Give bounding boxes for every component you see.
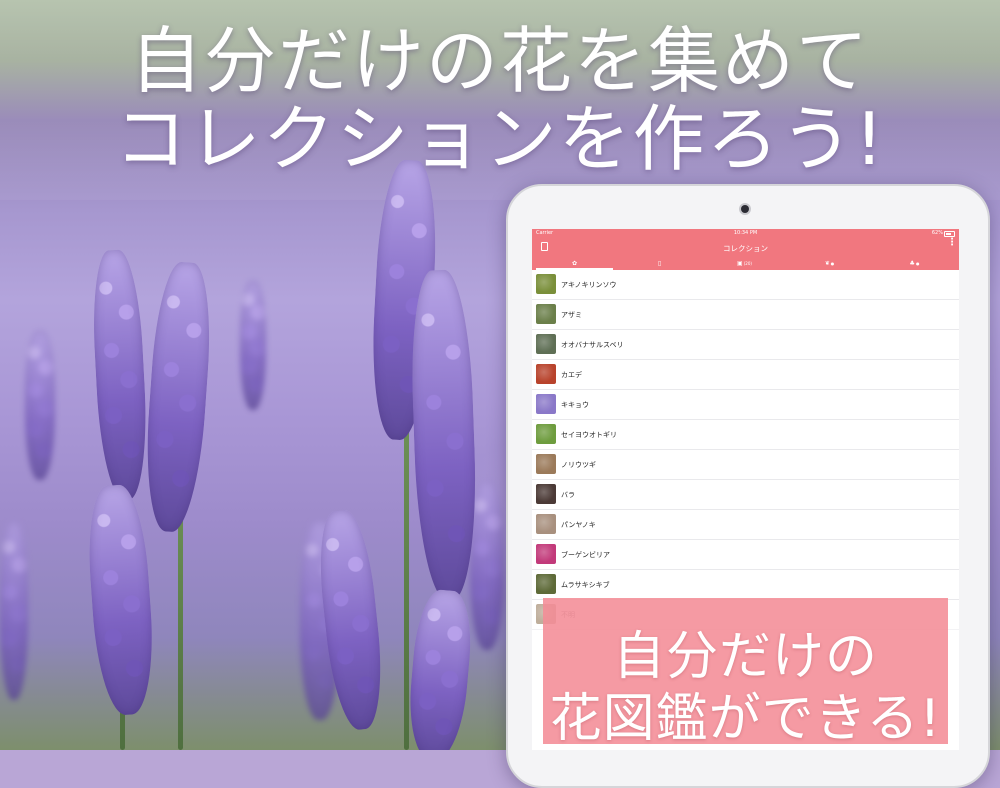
- tab-notes[interactable]: ▯: [617, 258, 702, 270]
- lavender-stem: [404, 430, 409, 750]
- headline: 自分だけの花を集めて コレクションを作ろう!: [0, 22, 1000, 178]
- flower-thumbnail: [536, 454, 556, 474]
- tab-badge: ●: [830, 261, 835, 266]
- status-battery-percent: 62%: [931, 230, 943, 236]
- lavender-spike: [89, 248, 151, 502]
- list-item[interactable]: ムラサキシキブ: [532, 570, 959, 600]
- list-item-label: カエデ: [561, 371, 582, 379]
- flower-thumbnail: [536, 304, 556, 324]
- lavender-spike: [140, 260, 216, 534]
- tab-flowers[interactable]: ✿: [532, 258, 617, 270]
- tab-leaf[interactable]: ❦●: [787, 258, 872, 270]
- nav-title: コレクション: [723, 244, 768, 253]
- lavender-spike: [408, 269, 480, 601]
- note-icon: ▯: [657, 260, 662, 267]
- tab-box[interactable]: ▣(20): [702, 258, 787, 270]
- flower-icon: ✿: [571, 260, 578, 267]
- tab-bar: ✿ ▯ ▣(20) ❦● ♣●: [532, 258, 959, 270]
- navigation-bar: コレクション ⋮: [532, 238, 959, 258]
- tab-group[interactable]: ♣●: [872, 258, 957, 270]
- front-camera: [741, 205, 749, 213]
- flower-thumbnail: [536, 334, 556, 354]
- callout-banner: 自分だけの 花図鑑ができる!: [543, 598, 948, 749]
- list-item[interactable]: アザミ: [532, 300, 959, 330]
- list-item[interactable]: キキョウ: [532, 390, 959, 420]
- status-time: 10:34 PM: [733, 230, 758, 236]
- list-item-label: キキョウ: [561, 401, 589, 409]
- more-vertical-icon[interactable]: ⋮: [947, 238, 957, 253]
- list-item[interactable]: アキノキリンソウ: [532, 270, 959, 300]
- flower-thumbnail: [536, 424, 556, 444]
- lavender-spike: [25, 330, 55, 480]
- list-item-label: アキノキリンソウ: [561, 281, 617, 289]
- headline-line-1: 自分だけの花を集めて: [129, 19, 870, 103]
- flower-thumbnail: [536, 514, 556, 534]
- lavender-spike: [84, 483, 158, 717]
- list-item-label: パンヤノキ: [561, 521, 596, 529]
- flower-thumbnail: [536, 544, 556, 564]
- list-item[interactable]: オオバナサルスベリ: [532, 330, 959, 360]
- list-item[interactable]: パンヤノキ: [532, 510, 959, 540]
- list-item-label: ブーゲンビリア: [561, 551, 610, 559]
- list-item-label: アザミ: [561, 311, 582, 319]
- list-item-label: ノリウツギ: [561, 461, 596, 469]
- list-item[interactable]: カエデ: [532, 360, 959, 390]
- callout-line-2: 花図鑑ができる!: [549, 689, 942, 749]
- lavender-spike: [0, 520, 28, 700]
- group-icon: ♣: [909, 260, 915, 267]
- headline-line-2: コレクションを作ろう!: [114, 97, 886, 181]
- tab-badge: ●: [915, 261, 920, 266]
- leaf-icon: ❦: [824, 260, 830, 267]
- status-bar: Carrier 10:34 PM 62%: [532, 229, 959, 238]
- lavender-spike: [240, 280, 266, 410]
- list-item-label: ムラサキシキブ: [561, 581, 610, 589]
- box-icon: ▣: [737, 260, 743, 267]
- lavender-stem: [178, 500, 183, 750]
- list-item[interactable]: ブーゲンビリア: [532, 540, 959, 570]
- list-item[interactable]: バラ: [532, 480, 959, 510]
- collection-list: アキノキリンソウ アザミオオバナサルスベリ カエデキキョウセイヨウオトギリ ノリウツギ…: [532, 270, 959, 630]
- flower-thumbnail: [536, 274, 556, 294]
- list-item-label: オオバナサルスベリ: [561, 341, 624, 349]
- list-item[interactable]: セイヨウオトギリ: [532, 420, 959, 450]
- tab-badge: (20): [743, 261, 752, 266]
- list-item-label: セイヨウオトギリ: [561, 431, 617, 439]
- flower-thumbnail: [536, 574, 556, 594]
- flower-thumbnail: [536, 364, 556, 384]
- lavender-spike: [404, 587, 476, 750]
- list-item-label: バラ: [561, 491, 575, 499]
- flower-thumbnail: [536, 484, 556, 504]
- list-item[interactable]: ノリウツギ: [532, 450, 959, 480]
- flower-thumbnail: [536, 394, 556, 414]
- lavender-spike: [470, 480, 504, 650]
